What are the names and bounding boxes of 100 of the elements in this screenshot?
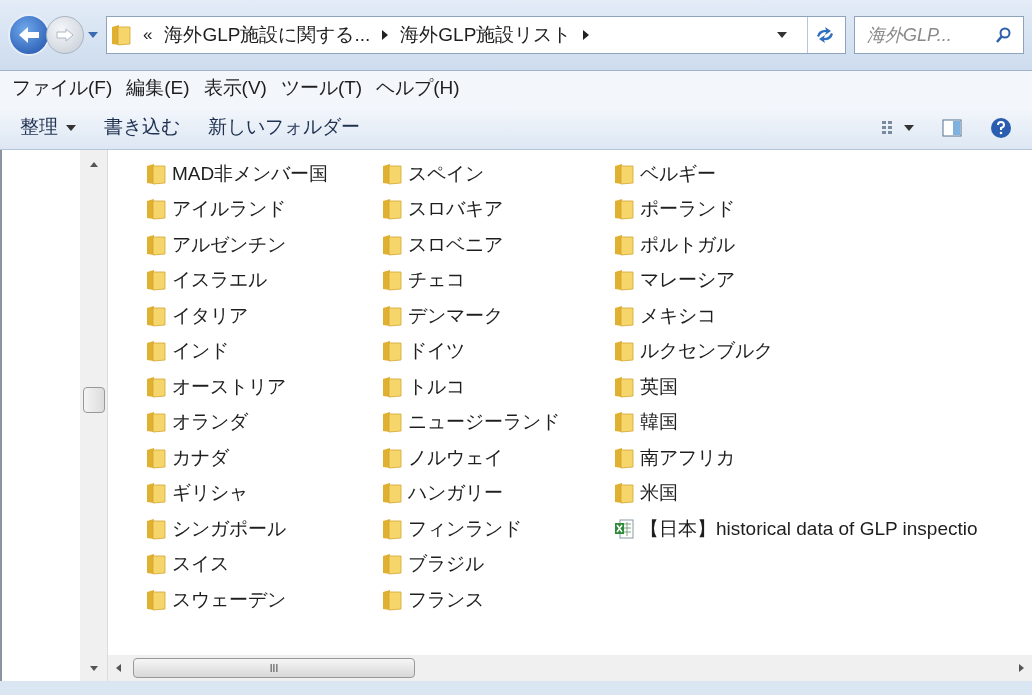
help-icon [990, 116, 1012, 139]
toolbar-button[interactable]: 整理 [20, 113, 76, 142]
view-options-button[interactable] [882, 121, 914, 134]
folder-icon [382, 553, 402, 576]
folder-icon [146, 162, 166, 185]
file-name: ニュージーランド [408, 410, 560, 434]
file-item[interactable]: ポルトガル [614, 227, 1032, 263]
dropdown-icon [88, 32, 98, 38]
file-item[interactable]: スペイン [382, 156, 614, 192]
file-name: スペイン [408, 161, 484, 186]
file-item[interactable]: フランス [382, 582, 614, 618]
file-name: インド [172, 339, 229, 363]
folder-icon [146, 304, 166, 327]
folder-icon [614, 304, 634, 327]
file-item[interactable]: ベルギー [614, 156, 1032, 192]
chevron-right-icon [382, 30, 389, 40]
file-item[interactable]: シンガポール [146, 511, 382, 547]
file-name: カナダ [172, 445, 229, 470]
file-item[interactable]: チェコ [382, 262, 614, 298]
file-name: チェコ [408, 268, 465, 292]
file-item[interactable]: ポーランド [614, 191, 1032, 227]
file-item[interactable]: スロバキア [382, 191, 614, 227]
menu-item[interactable]: 表示(V) [203, 74, 267, 103]
folder-icon [146, 340, 166, 363]
folder-icon [146, 482, 166, 505]
help-button[interactable] [990, 116, 1012, 139]
folder-icon [382, 588, 402, 611]
refresh-icon [814, 27, 835, 43]
toolbar-button[interactable]: 新しいフォルダー [208, 113, 360, 142]
file-item[interactable]: 南アフリカ [614, 440, 1032, 476]
file-item[interactable]: アイルランド [146, 191, 382, 227]
folder-icon [382, 269, 402, 292]
vertical-scrollbar[interactable] [80, 150, 108, 655]
file-item[interactable]: 米国 [614, 475, 1032, 511]
file-item[interactable]: フィンランド [382, 511, 614, 547]
file-name: シンガポール [172, 516, 286, 541]
file-item[interactable]: ニュージーランド [382, 404, 614, 440]
file-name: ポーランド [640, 197, 735, 221]
file-name: メキシコ [640, 303, 716, 328]
file-item[interactable]: ノルウェイ [382, 440, 614, 476]
scrollbar-thumb[interactable]: III [133, 658, 415, 678]
file-item[interactable]: スウェーデン [146, 582, 382, 618]
file-item[interactable]: MAD非メンバー国 [146, 156, 382, 192]
menu-item[interactable]: 編集(E) [126, 74, 190, 103]
file-item[interactable]: インド [146, 333, 382, 369]
file-name: オランダ [172, 410, 248, 434]
menu-item[interactable]: ファイル(F) [12, 74, 113, 103]
file-item[interactable]: ギリシャ [146, 475, 382, 511]
file-name: ギリシャ [172, 481, 248, 505]
file-item[interactable]: マレーシア [614, 262, 1032, 298]
file-name: 【日本】historical data of GLP inspectio [640, 516, 978, 541]
file-item[interactable]: ドイツ [382, 333, 614, 369]
file-item[interactable]: ブラジル [382, 546, 614, 582]
folder-icon [382, 340, 402, 363]
folder-icon [614, 198, 634, 221]
file-name: デンマーク [408, 303, 503, 328]
menu-item[interactable]: ヘルプ(H) [376, 74, 460, 103]
address-bar[interactable]: « 海外GLP施設に関する... 海外GLP施設リスト [106, 16, 846, 54]
file-name: トルコ [408, 374, 465, 399]
file-item[interactable]: スロベニア [382, 227, 614, 263]
down-arrow-icon[interactable] [89, 665, 98, 671]
folder-icon [614, 269, 634, 292]
preview-pane-icon [942, 118, 962, 137]
folder-icon [146, 446, 166, 469]
file-item[interactable]: アルゼンチン [146, 227, 382, 263]
file-item[interactable]: トルコ [382, 369, 614, 405]
file-item[interactable]: デンマーク [382, 298, 614, 334]
file-item[interactable]: オランダ [146, 404, 382, 440]
file-name: ハンガリー [408, 481, 503, 505]
file-item[interactable]: ハンガリー [382, 475, 614, 511]
breadcrumb[interactable]: 海外GLP施設リスト [400, 20, 572, 50]
file-name: イスラエル [172, 268, 267, 292]
file-name: マレーシア [640, 268, 735, 292]
folder-icon [146, 198, 166, 221]
file-name: ノルウェイ [408, 445, 503, 470]
file-name: スウェーデン [172, 587, 286, 612]
right-arrow-icon [1019, 664, 1024, 672]
file-item[interactable]: ルクセンブルク [614, 333, 1032, 369]
dropdown-icon[interactable] [777, 32, 787, 38]
dropdown-icon [904, 124, 914, 131]
menu-item[interactable]: ツール(T) [280, 74, 363, 103]
file-item[interactable]: メキシコ [614, 298, 1032, 334]
file-item[interactable]: カナダ [146, 440, 382, 476]
file-item[interactable]: イタリア [146, 298, 382, 334]
folder-icon [382, 304, 402, 327]
file-name: イタリア [172, 303, 248, 328]
folder-icon [382, 446, 402, 469]
search-field[interactable]: 海外GLP... [854, 16, 1024, 54]
scrollbar-thumb[interactable] [82, 387, 105, 413]
file-item[interactable]: イスラエル [146, 262, 382, 298]
toolbar-button[interactable]: 書き込む [104, 113, 180, 142]
file-item[interactable]: スイス [146, 546, 382, 582]
back-button[interactable] [8, 14, 50, 56]
file-item[interactable]: 韓国 [614, 404, 1032, 440]
overflow-chevron[interactable]: « [143, 22, 153, 48]
file-item[interactable]: 【日本】historical data of GLP inspectio [614, 511, 1032, 547]
breadcrumb[interactable]: 海外GLP施設に関する... [164, 20, 371, 50]
file-item[interactable]: オーストリア [146, 369, 382, 405]
file-name: 韓国 [640, 410, 678, 434]
file-item[interactable]: 英国 [614, 369, 1032, 405]
